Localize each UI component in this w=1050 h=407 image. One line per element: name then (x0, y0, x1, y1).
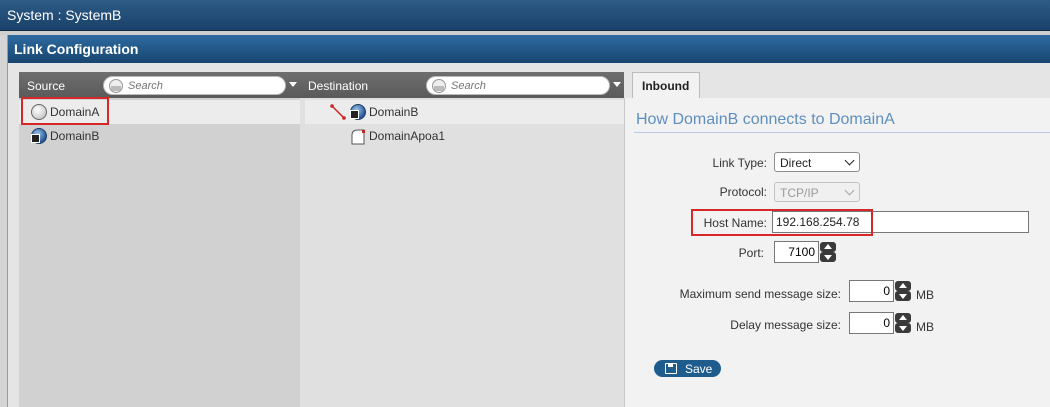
source-dropdown-caret-icon[interactable] (289, 82, 297, 87)
increment-icon[interactable] (820, 242, 836, 252)
delay-unit: MB (916, 320, 934, 334)
post-office-icon (351, 129, 365, 145)
delay-label: Delay message size: (730, 318, 841, 332)
source-search-input[interactable] (128, 78, 268, 93)
increment-icon[interactable] (895, 313, 911, 323)
destination-list: DomainB DomainApoa1 (300, 98, 624, 407)
tab-inbound-label: Inbound (642, 79, 690, 93)
link-type-value: Direct (780, 156, 812, 170)
search-icon (432, 79, 446, 93)
highlight-box-source (21, 97, 109, 125)
max-send-label: Maximum send message size: (679, 287, 841, 301)
max-send-stepper[interactable] (895, 281, 911, 301)
destination-header-label: Destination (308, 79, 369, 93)
server-icon (350, 110, 359, 119)
source-item-domainb[interactable]: DomainB (19, 124, 300, 148)
save-disk-icon (665, 363, 677, 374)
chevron-down-icon (844, 155, 855, 166)
destination-dropdown-caret-icon[interactable] (613, 82, 621, 87)
source-item-label: DomainB (50, 129, 100, 143)
decrement-icon[interactable] (820, 252, 836, 262)
decrement-icon[interactable] (895, 291, 911, 301)
increment-icon[interactable] (895, 281, 911, 291)
link-type-label: Link Type: (712, 156, 767, 170)
server-icon (31, 134, 40, 143)
chevron-down-icon (844, 185, 855, 196)
port-stepper[interactable] (820, 242, 836, 262)
dialog-title: Link Configuration (14, 41, 139, 57)
max-send-unit: MB (916, 288, 934, 302)
search-icon (109, 79, 123, 93)
port-field[interactable] (774, 241, 819, 263)
max-send-field[interactable] (849, 280, 894, 302)
source-header-label: Source (27, 79, 66, 93)
source-list: DomainA DomainB (19, 98, 300, 407)
save-button[interactable]: Save (654, 360, 721, 377)
destination-item-domainapoa1[interactable]: DomainApoa1 (305, 124, 624, 148)
port-label: Port: (738, 246, 764, 260)
protocol-label: Protocol: (719, 185, 767, 199)
protocol-select: TCP/IP (774, 182, 860, 202)
tab-inbound[interactable]: Inbound (632, 72, 700, 99)
protocol-value: TCP/IP (780, 186, 819, 200)
window-title: System : SystemB (7, 7, 122, 23)
dialog-title-bar: Link Configuration (8, 35, 1050, 63)
link-type-select[interactable]: Direct (774, 152, 860, 172)
save-button-label: Save (685, 362, 713, 376)
destination-search-box[interactable] (426, 76, 610, 95)
delay-field[interactable] (849, 312, 894, 334)
highlight-box-host (691, 209, 873, 236)
heading-divider (634, 132, 1050, 133)
destination-item-label: DomainApoa1 (369, 129, 446, 143)
decrement-icon[interactable] (895, 323, 911, 333)
inbound-panel: How DomainB connects to DomainA Link Typ… (624, 98, 1050, 407)
destination-search-input[interactable] (451, 78, 591, 93)
window-title-bar: System : SystemB (0, 0, 1050, 31)
source-panel-header: Source (19, 72, 300, 98)
destination-item-label: DomainB (369, 105, 419, 119)
delay-stepper[interactable] (895, 313, 911, 333)
destination-item-domainb[interactable]: DomainB (305, 100, 624, 124)
inbound-heading: How DomainB connects to DomainA (636, 111, 895, 128)
link-connector-icon (330, 104, 346, 120)
destination-panel-header: Destination (300, 72, 624, 98)
source-search-box[interactable] (103, 76, 286, 95)
